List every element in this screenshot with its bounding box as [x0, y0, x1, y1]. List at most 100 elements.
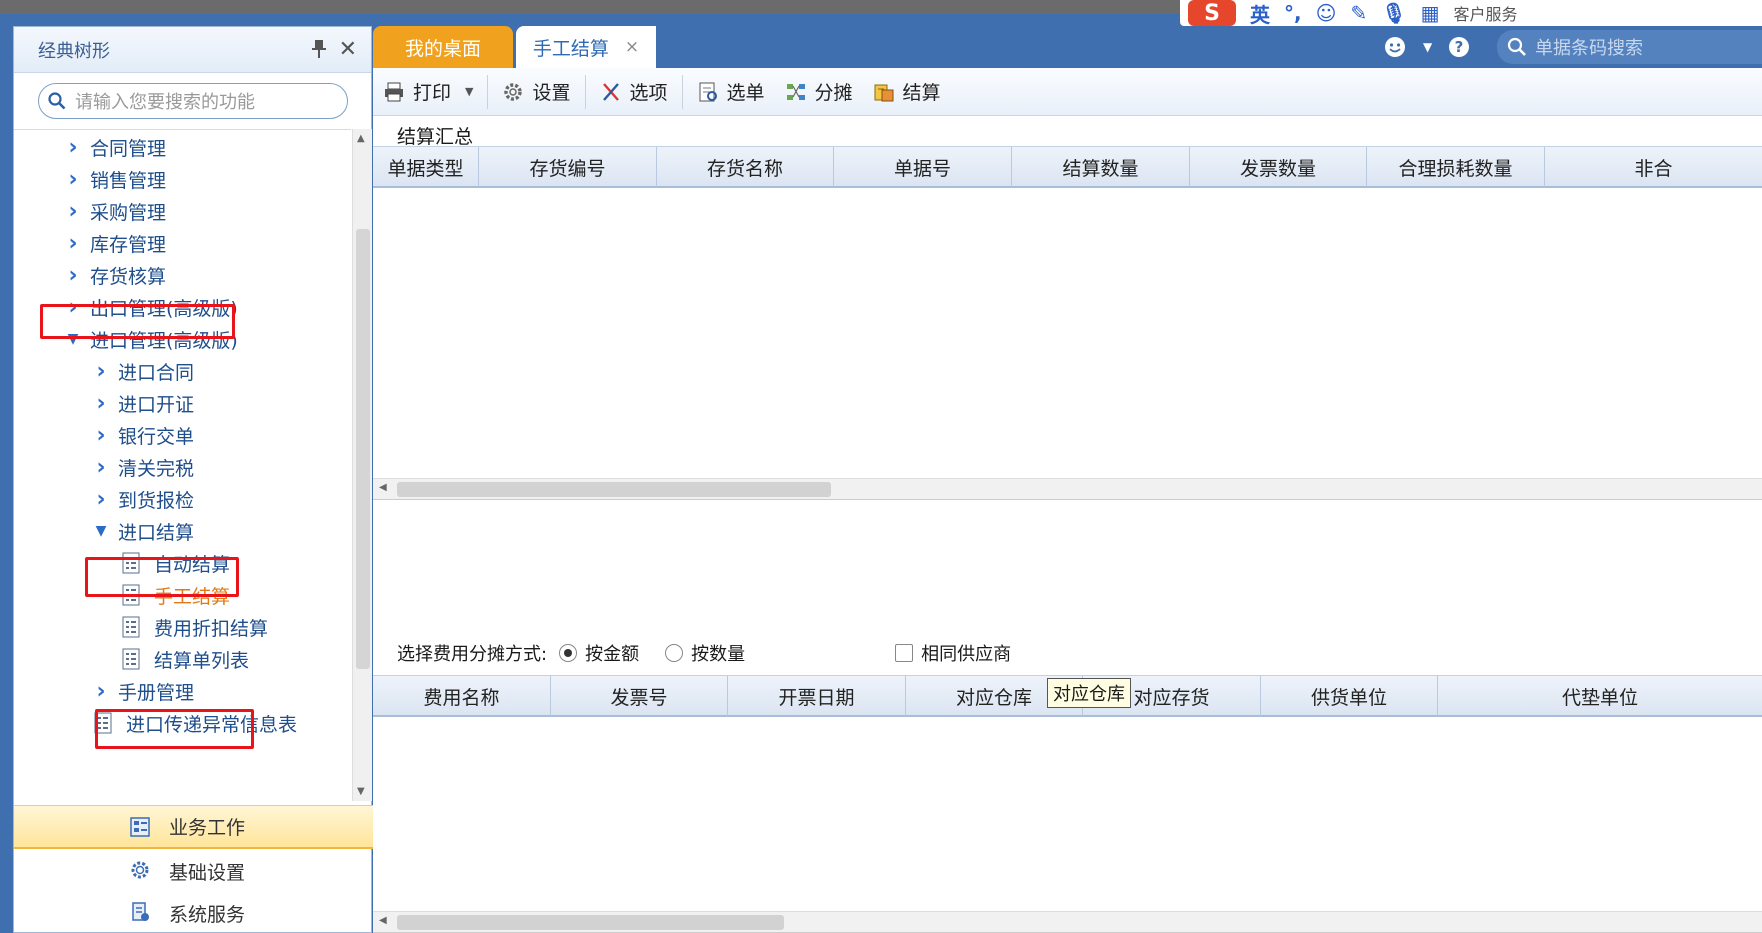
- summary-hscrollbar[interactable]: ◀: [373, 478, 1762, 500]
- tab-close-icon[interactable]: ×: [625, 37, 639, 57]
- ime-emoji-icon[interactable]: ☺: [1316, 1, 1337, 25]
- radio-by-amount[interactable]: 按金额: [559, 640, 639, 666]
- summary-scroll-thumb[interactable]: [397, 482, 831, 497]
- column-header[interactable]: 发票号: [551, 676, 728, 716]
- chevron-right-icon[interactable]: ›: [66, 295, 80, 320]
- nav-system-service[interactable]: 系统服务: [14, 891, 373, 933]
- column-header[interactable]: 非合: [1545, 147, 1762, 187]
- chevron-right-icon[interactable]: ›: [66, 263, 80, 288]
- chevron-right-icon[interactable]: ›: [66, 135, 80, 160]
- nav-label: 系统服务: [169, 903, 246, 926]
- column-header[interactable]: 结算数量: [1012, 147, 1190, 187]
- column-header[interactable]: 存货编号: [479, 147, 657, 187]
- expense-scroll-thumb[interactable]: [397, 915, 784, 930]
- chevron-right-icon[interactable]: ›: [94, 423, 108, 448]
- tree-item[interactable]: › 银行交单: [94, 418, 194, 452]
- chevron-right-icon[interactable]: ›: [94, 679, 108, 704]
- tab-my-desktop[interactable]: 我的桌面: [373, 26, 513, 68]
- tree-item[interactable]: › 存货核算: [66, 258, 166, 292]
- column-header[interactable]: 代垫单位: [1438, 676, 1762, 716]
- column-header[interactable]: 单据类型: [373, 147, 479, 187]
- column-header[interactable]: 发票数量: [1190, 147, 1367, 187]
- chevron-right-icon[interactable]: ›: [94, 359, 108, 384]
- radio-circle[interactable]: [665, 644, 684, 662]
- column-header[interactable]: 单据号: [834, 147, 1012, 187]
- tree-scrollbar[interactable]: ▲ ▼: [352, 129, 372, 801]
- nav-basic-settings[interactable]: 基础设置: [14, 849, 373, 893]
- pin-icon[interactable]: [311, 39, 327, 59]
- chevron-right-icon[interactable]: ›: [94, 487, 108, 512]
- column-header[interactable]: 合理损耗数量: [1367, 147, 1545, 187]
- ime-toolbar[interactable]: S 英 °, ☺ ✎ 🎙 ▦ 客户服务: [1180, 0, 1762, 28]
- column-header[interactable]: 供货单位: [1261, 676, 1438, 716]
- scroll-down-icon[interactable]: ▼: [357, 786, 365, 797]
- ime-punct-icon[interactable]: °,: [1284, 1, 1302, 25]
- bottom-nav: 业务工作 基础设置 系统服务: [14, 803, 373, 933]
- nav-business-work[interactable]: 业务工作: [14, 805, 373, 849]
- function-tree: › 合同管理 › 销售管理 › 采购管理 › 库存管理 › 存货核算 › 出口管理(高级版) ▼ 进口管理…: [14, 129, 351, 801]
- function-search-input[interactable]: 请输入您要搜索的功能: [38, 83, 348, 119]
- tree-item[interactable]: 自动结算: [122, 546, 230, 580]
- print-button[interactable]: 打印 ▼: [373, 68, 483, 116]
- tree-item[interactable]: ▼ 进口管理(高级版): [66, 322, 238, 356]
- close-icon[interactable]: ✕: [339, 37, 357, 62]
- chevron-right-icon[interactable]: ›: [66, 199, 80, 224]
- allocate-button[interactable]: 分摊: [775, 68, 863, 116]
- tree-item[interactable]: 结算单列表: [122, 642, 249, 676]
- scroll-left-icon[interactable]: ◀: [379, 915, 387, 926]
- tree-item[interactable]: › 采购管理: [66, 194, 166, 228]
- chevron-right-icon[interactable]: ›: [94, 455, 108, 480]
- tree-item[interactable]: 费用折扣结算: [122, 610, 268, 644]
- options-button[interactable]: 选项: [590, 68, 678, 116]
- chevron-down-icon[interactable]: ▼: [94, 523, 108, 539]
- tree-item[interactable]: 手工结算: [122, 578, 230, 612]
- radio-by-quantity-label: 按数量: [691, 644, 746, 665]
- same-supplier-checkbox[interactable]: 相同供应商: [895, 640, 1011, 666]
- radio-circle[interactable]: [559, 644, 578, 662]
- tree-item[interactable]: › 手册管理: [94, 674, 194, 708]
- tree-item[interactable]: › 合同管理: [66, 130, 166, 164]
- tab-manual-settlement[interactable]: 手工结算 ×: [516, 26, 656, 68]
- tree-item[interactable]: 进口传递异常信息表: [94, 706, 297, 740]
- tree-item[interactable]: › 进口合同: [94, 354, 194, 388]
- gear-icon: [504, 82, 523, 101]
- tree-scroll-thumb[interactable]: [356, 229, 370, 669]
- ime-mic-icon[interactable]: 🎙: [1381, 1, 1406, 25]
- tree-item[interactable]: › 进口开证: [94, 386, 194, 420]
- column-header[interactable]: 费用名称: [373, 676, 551, 716]
- help-icon[interactable]: ?: [1448, 36, 1470, 58]
- select-doc-button[interactable]: 选单: [687, 68, 775, 116]
- toolbar: 打印 ▼ 设置 选项 选单 分摊 结算: [373, 68, 1762, 116]
- settle-button[interactable]: 结算: [863, 68, 951, 116]
- tree-item[interactable]: › 清关完税: [94, 450, 194, 484]
- chevron-down-icon[interactable]: ▼: [66, 331, 80, 347]
- tree-item-label: 出口管理(高级版): [90, 297, 238, 320]
- scroll-left-icon[interactable]: ◀: [379, 482, 387, 493]
- smiley-icon[interactable]: [1383, 35, 1407, 59]
- chevron-right-icon[interactable]: ›: [94, 391, 108, 416]
- tree-item[interactable]: ▼ 进口结算: [94, 514, 194, 548]
- chevron-down-icon[interactable]: ▼: [1423, 40, 1432, 54]
- chevron-right-icon[interactable]: ›: [66, 231, 80, 256]
- scroll-up-icon[interactable]: ▲: [357, 133, 365, 144]
- checkbox-box[interactable]: [895, 644, 914, 662]
- tree-item[interactable]: › 销售管理: [66, 162, 166, 196]
- barcode-search-input[interactable]: 单据条码搜索: [1497, 30, 1762, 64]
- customer-service-label[interactable]: 客户服务: [1454, 1, 1518, 25]
- ime-grid-icon[interactable]: ▦: [1421, 1, 1440, 25]
- scissors-icon: [602, 82, 619, 101]
- column-header[interactable]: 开票日期: [728, 676, 906, 716]
- nav-label: 基础设置: [169, 861, 246, 884]
- tree-item[interactable]: › 到货报检: [94, 482, 194, 516]
- expense-hscrollbar[interactable]: ◀: [373, 911, 1762, 933]
- tree-item[interactable]: › 库存管理: [66, 226, 166, 260]
- radio-by-quantity[interactable]: 按数量: [665, 640, 745, 666]
- settings-button[interactable]: 设置: [492, 68, 580, 116]
- chevron-down-icon[interactable]: ▼: [465, 85, 473, 98]
- ime-lang-label[interactable]: 英: [1250, 0, 1270, 28]
- chevron-right-icon[interactable]: ›: [66, 167, 80, 192]
- ime-pen-icon[interactable]: ✎: [1350, 1, 1367, 25]
- document-icon: [122, 648, 140, 670]
- column-header[interactable]: 存货名称: [657, 147, 834, 187]
- tree-item[interactable]: › 出口管理(高级版): [66, 290, 238, 324]
